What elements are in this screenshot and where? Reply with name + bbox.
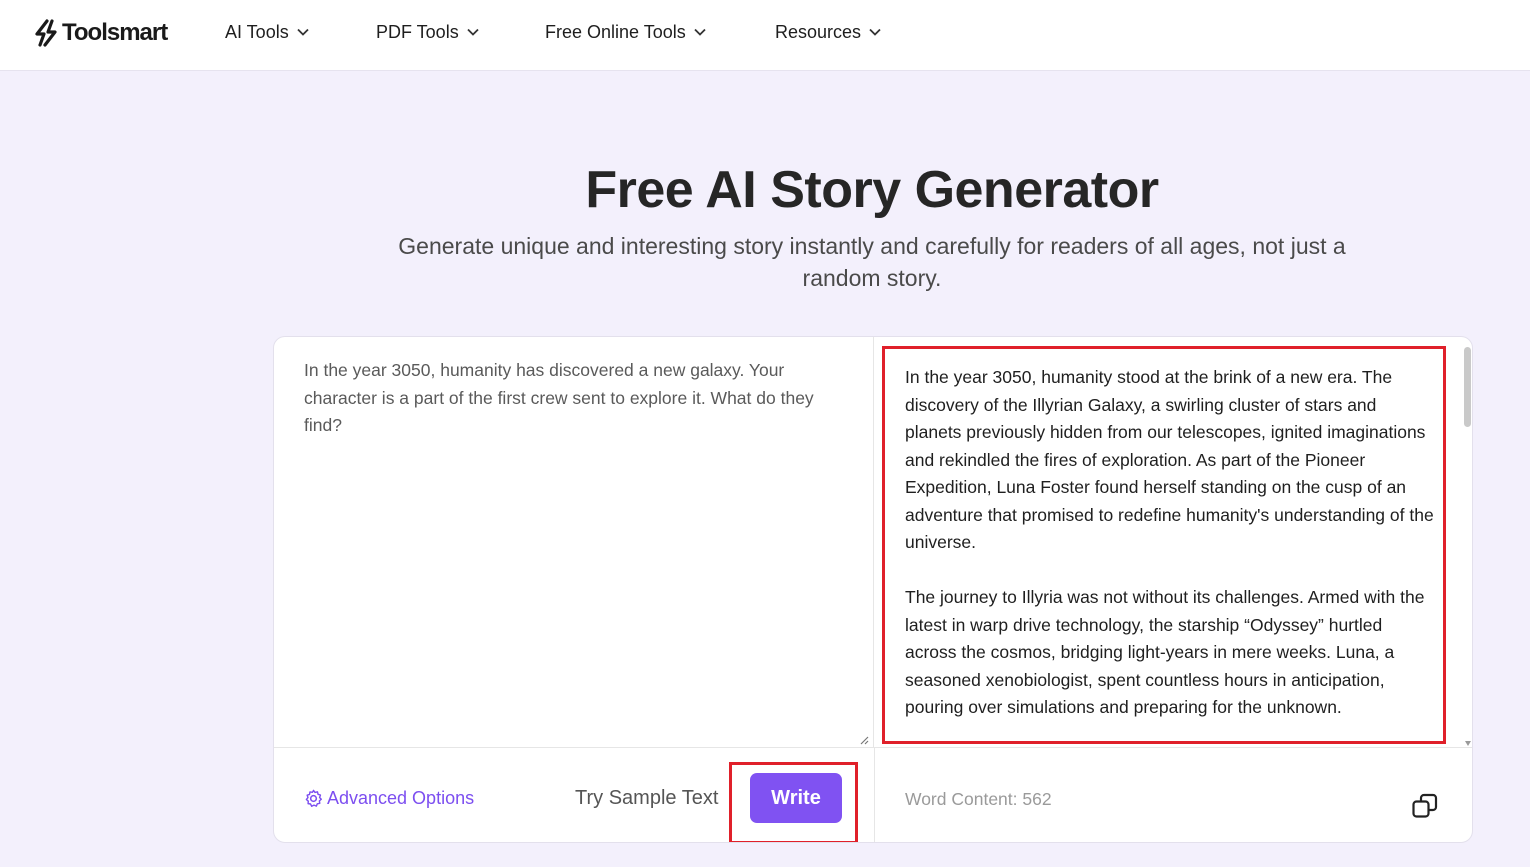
nav-label: Resources: [775, 21, 862, 42]
word-count-label: Word Content: 562: [905, 789, 1052, 809]
toolsmart-logo-icon: [35, 19, 57, 47]
try-sample-text-button[interactable]: Try Sample Text: [575, 787, 718, 810]
nav-resources[interactable]: Resources: [775, 20, 881, 44]
nav-label: Free Online Tools: [545, 21, 686, 42]
story-paragraph: In the year 3050, humanity stood at the …: [905, 367, 1434, 552]
prompt-textarea[interactable]: In the year 3050, humanity has discovere…: [304, 357, 844, 440]
resize-grip-icon[interactable]: [859, 735, 869, 745]
brand-logo[interactable]: Toolsmart: [33, 18, 168, 48]
nav-label: PDF Tools: [376, 21, 459, 42]
card-footer: Advanced Options Try Sample Text Write W…: [274, 747, 1472, 842]
nav-pdf-tools[interactable]: PDF Tools: [376, 20, 479, 44]
advanced-options-label: Advanced Options: [327, 788, 475, 808]
page-subtitle: Generate unique and interesting story in…: [398, 233, 1346, 291]
hero-subtitle-wrap: Generate unique and interesting story in…: [380, 230, 1364, 294]
brand-name: Toolsmart: [62, 19, 168, 46]
output-scrollbar[interactable]: [1464, 347, 1471, 427]
chevron-down-icon: [467, 28, 479, 36]
chevron-down-icon: [694, 28, 706, 36]
nav-ai-tools[interactable]: AI Tools: [225, 20, 309, 44]
gear-icon: [305, 789, 323, 808]
nav-label: AI Tools: [225, 21, 289, 42]
top-navbar: Toolsmart AI Tools PDF Tools Free Online…: [0, 0, 1530, 71]
story-paragraph: The journey to Illyria was not without i…: [905, 587, 1425, 717]
story-generator-card: In the year 3050, humanity has discovere…: [273, 336, 1473, 843]
copy-icon[interactable]: [1411, 792, 1439, 820]
output-pane: In the year 3050, humanity stood at the …: [874, 337, 1472, 747]
page-title: Free AI Story Generator: [585, 161, 1159, 219]
nav-free-online-tools[interactable]: Free Online Tools: [545, 20, 706, 44]
chevron-down-icon: [869, 28, 881, 36]
footer-divider: [874, 748, 875, 842]
scroll-down-arrow-icon[interactable]: [1465, 741, 1471, 746]
chevron-down-icon: [297, 28, 309, 36]
advanced-options-button[interactable]: Advanced Options: [304, 788, 474, 809]
story-output-text: In the year 3050, humanity stood at the …: [905, 364, 1435, 722]
write-button[interactable]: Write: [750, 773, 842, 823]
prompt-pane[interactable]: In the year 3050, humanity has discovere…: [274, 337, 874, 747]
story-output[interactable]: In the year 3050, humanity stood at the …: [882, 346, 1446, 744]
